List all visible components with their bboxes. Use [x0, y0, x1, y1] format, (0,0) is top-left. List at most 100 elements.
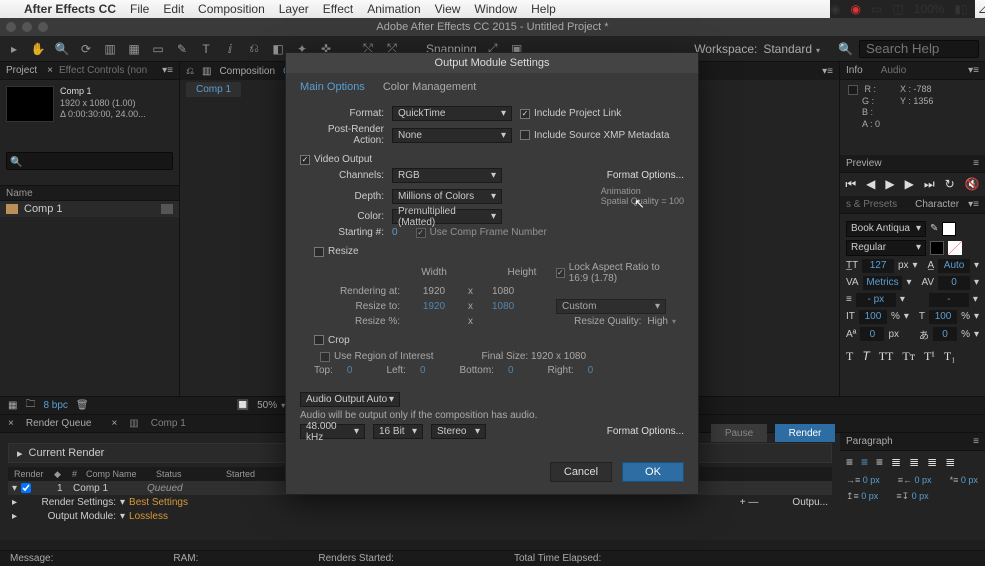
stroke-width-input[interactable]: - px: [856, 293, 896, 307]
format-select[interactable]: QuickTime▾: [392, 106, 512, 121]
traffic-lights[interactable]: [6, 22, 48, 32]
brush-tool-icon[interactable]: ⅈ: [222, 42, 238, 56]
menu-effect[interactable]: Effect: [323, 2, 353, 16]
eyedropper-icon[interactable]: ✎: [930, 223, 938, 234]
disclosure-icon[interactable]: ▾: [12, 483, 17, 494]
ok-button[interactable]: OK: [622, 462, 684, 482]
use-region-checkbox[interactable]: Use Region of Interest: [320, 351, 434, 362]
comp-thumbnail[interactable]: [6, 86, 54, 122]
use-comp-frame-checkbox[interactable]: ✓Use Comp Frame Number: [416, 227, 547, 238]
hand-tool-icon[interactable]: ✋: [30, 42, 46, 56]
indent-left[interactable]: →≡ 0 px: [846, 475, 880, 485]
last-frame-icon[interactable]: ⏭: [924, 177, 935, 192]
dropdown-icon[interactable]: ▾: [120, 497, 125, 508]
close-icon[interactable]: ×: [111, 418, 117, 429]
starting-input[interactable]: 0: [392, 227, 398, 238]
video-output-checkbox[interactable]: ✓Video Output: [300, 154, 372, 165]
menu-edit[interactable]: Edit: [163, 2, 184, 16]
paragraph-tab[interactable]: Paragraph: [846, 436, 893, 447]
rotate-tool-icon[interactable]: ⟳: [78, 42, 94, 56]
stroke-swatch[interactable]: [930, 241, 944, 255]
crop-bottom-input[interactable]: 0: [508, 365, 514, 376]
kerning-select[interactable]: Metrics: [863, 276, 903, 290]
render-button[interactable]: Render: [775, 424, 835, 442]
vscale-input[interactable]: 100: [859, 310, 887, 324]
prev-frame-icon[interactable]: ◀: [866, 177, 875, 192]
pen-tool-icon[interactable]: ✎: [174, 42, 190, 56]
italic-icon[interactable]: T: [862, 349, 869, 364]
name-column[interactable]: Name: [6, 188, 33, 199]
font-size-input[interactable]: 127: [862, 259, 894, 273]
project-row[interactable]: Comp 1: [0, 201, 179, 217]
align-left-icon[interactable]: ≡: [846, 455, 853, 469]
post-render-select[interactable]: None▾: [392, 128, 512, 143]
crop-right-input[interactable]: 0: [588, 365, 594, 376]
type-tool-icon[interactable]: T: [198, 42, 214, 56]
depth-select[interactable]: Millions of Colors▾: [392, 189, 502, 204]
font-style-select[interactable]: Regular▾: [846, 240, 926, 256]
audio-output-select[interactable]: Audio Output Auto▾: [300, 392, 400, 407]
panel-menu-icon[interactable]: ▾≡: [968, 199, 979, 210]
indent-right[interactable]: ≡← 0 px: [898, 475, 932, 485]
space-before[interactable]: ↥≡ 0 px: [846, 491, 878, 502]
comp-tab[interactable]: Comp 1: [186, 82, 241, 97]
output-module-link[interactable]: Lossless: [129, 511, 168, 522]
search-help-input[interactable]: [859, 40, 979, 58]
close-icon[interactable]: ×: [47, 65, 53, 76]
justify-all-icon[interactable]: ≣: [945, 455, 955, 469]
resize-preset-select[interactable]: Custom▾: [556, 299, 666, 314]
panel-menu-icon[interactable]: ≡: [973, 436, 979, 447]
indent-first[interactable]: *≡ 0 px: [950, 475, 978, 485]
resize-checkbox[interactable]: Resize: [314, 246, 359, 257]
character-tab[interactable]: Character: [915, 199, 959, 210]
dropdown-icon[interactable]: ▾: [120, 511, 125, 522]
fill-swatch[interactable]: [942, 222, 956, 236]
zoom-tool-icon[interactable]: 🔍: [54, 42, 70, 56]
presets-tab[interactable]: s & Presets: [846, 199, 897, 210]
render-settings-link[interactable]: Best Settings: [129, 497, 188, 508]
add-icon[interactable]: + —: [740, 497, 759, 508]
comp-icon[interactable]: ▥: [202, 66, 211, 77]
panel-menu-icon[interactable]: ▾≡: [822, 66, 833, 77]
include-project-link-checkbox[interactable]: ✓Include Project Link: [520, 108, 621, 119]
lock-aspect-checkbox[interactable]: ✓Lock Aspect Ratio to 16:9 (1.78): [556, 262, 676, 284]
panel-menu-icon[interactable]: ▾≡: [968, 65, 979, 76]
first-frame-icon[interactable]: ⏮: [845, 177, 856, 192]
main-options-tab[interactable]: Main Options: [300, 81, 365, 93]
stroke-style-select[interactable]: -: [929, 293, 969, 307]
menu-window[interactable]: Window: [474, 2, 517, 16]
baseline-input[interactable]: 0: [860, 327, 884, 341]
pause-button[interactable]: Pause: [711, 424, 767, 442]
airplay-icon[interactable]: ▭: [871, 2, 882, 16]
color-select[interactable]: Premultiplied (Matted)▾: [392, 209, 502, 224]
resize-width-input[interactable]: 1920: [404, 301, 464, 312]
font-select[interactable]: Book Antiqua▾: [846, 221, 926, 237]
include-xmp-checkbox[interactable]: Include Source XMP Metadata: [520, 130, 669, 141]
format-options-button[interactable]: Format Options...: [607, 170, 684, 181]
selection-tool-icon[interactable]: ▸: [6, 42, 22, 56]
render-comp-tab[interactable]: Comp 1: [151, 418, 186, 429]
pan-behind-tool-icon[interactable]: ▦: [126, 42, 142, 56]
justify-right-icon[interactable]: ≣: [927, 455, 937, 469]
folder-icon[interactable]: 🗀: [25, 397, 35, 414]
trash-icon[interactable]: 🗑: [76, 400, 89, 411]
project-tab[interactable]: Project: [6, 65, 37, 76]
cancel-button[interactable]: Cancel: [550, 462, 612, 482]
align-center-icon[interactable]: ≡: [861, 455, 868, 469]
magnify-icon[interactable]: 🔲: [237, 400, 249, 411]
app-name[interactable]: After Effects CC: [24, 2, 116, 16]
menu-animation[interactable]: Animation: [367, 2, 420, 16]
crop-top-input[interactable]: 0: [347, 365, 353, 376]
bold-icon[interactable]: T: [846, 349, 853, 364]
close-icon[interactable]: ×: [8, 418, 14, 429]
subscript-icon[interactable]: T₁: [944, 349, 956, 364]
bpc-label[interactable]: 8 bpc: [43, 400, 67, 411]
disclosure-icon[interactable]: ▸: [12, 511, 22, 522]
display-icon[interactable]: ◫: [892, 2, 903, 16]
folder-icon[interactable]: [161, 204, 173, 214]
color-management-tab[interactable]: Color Management: [383, 81, 477, 93]
render-checkbox[interactable]: [21, 483, 31, 493]
justify-center-icon[interactable]: ≣: [909, 455, 919, 469]
no-stroke-icon[interactable]: [948, 241, 962, 255]
audio-depth-select[interactable]: 16 Bit▾: [373, 424, 423, 439]
